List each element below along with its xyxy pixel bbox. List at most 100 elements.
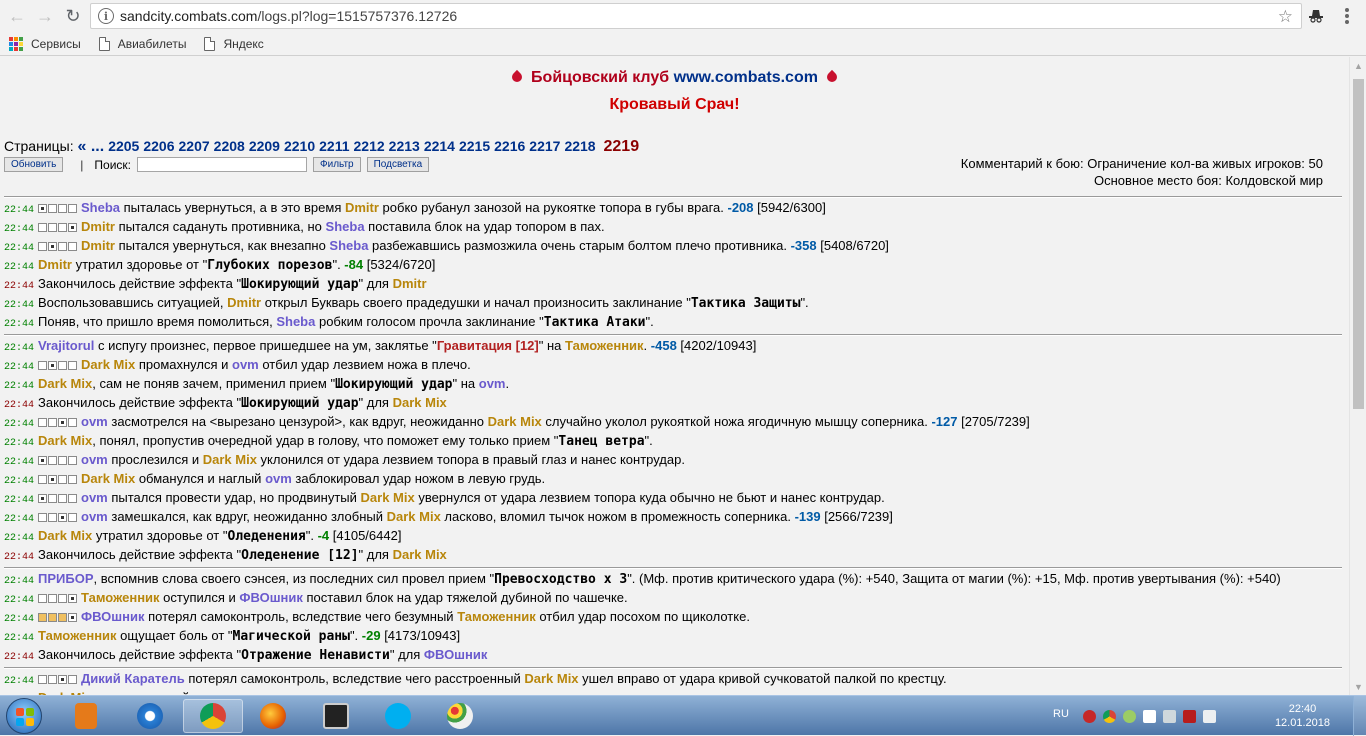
player-name[interactable]: Dark Mix — [488, 414, 542, 429]
url-text[interactable]: sandcity.combats.com/logs.pl?log=1515757… — [120, 8, 457, 24]
player-name[interactable]: Dark Mix — [38, 433, 92, 448]
media-player-taskbar-icon[interactable] — [56, 699, 116, 733]
flag-tray-icon[interactable] — [1143, 710, 1156, 723]
network-tray-icon[interactable] — [1163, 710, 1176, 723]
chrome-tray-icon[interactable] — [1103, 710, 1116, 723]
scroll-up-arrow-icon[interactable]: ▲ — [1350, 57, 1366, 74]
player-name[interactable]: Dark Mix — [81, 471, 135, 486]
page-link[interactable]: 2218 — [564, 138, 595, 154]
player-name[interactable]: ovm — [265, 471, 292, 486]
page-link[interactable]: 2208 — [214, 138, 245, 154]
player-name[interactable]: Dark Mix — [393, 547, 447, 562]
antivirus-tray-icon[interactable] — [1083, 710, 1096, 723]
page-link[interactable]: 2207 — [179, 138, 210, 154]
page-link[interactable]: 2213 — [389, 138, 420, 154]
player-name[interactable]: ovm — [232, 357, 259, 372]
language-indicator[interactable]: RU — [1053, 708, 1069, 720]
player-name[interactable]: ovm — [479, 376, 506, 391]
player-name[interactable]: Dark Mix — [81, 357, 135, 372]
pages-prev-link[interactable]: « ... — [78, 138, 105, 155]
bookmark-star-icon[interactable]: ☆ — [1278, 7, 1293, 27]
player-name[interactable]: Sheba — [329, 238, 368, 253]
page-link[interactable]: 2216 — [494, 138, 525, 154]
player-name[interactable]: Dmitr — [81, 238, 115, 253]
bookmark-yandex[interactable]: Яндекс — [204, 36, 264, 51]
menu-dots-icon[interactable] — [1340, 6, 1354, 26]
player-name[interactable]: ovm — [81, 414, 108, 429]
page-link[interactable]: 2211 — [319, 138, 349, 154]
scroll-thumb[interactable] — [1353, 79, 1364, 409]
separator: | — [80, 157, 84, 172]
player-name[interactable]: ovm — [81, 452, 108, 467]
player-name[interactable]: Dark Mix — [393, 395, 447, 410]
page-link[interactable]: 2206 — [143, 138, 174, 154]
vertical-scrollbar[interactable]: ▲ ▼ — [1349, 57, 1366, 695]
player-name[interactable]: Dark Mix — [361, 490, 415, 505]
player-name[interactable]: Dmitr — [227, 295, 261, 310]
player-name[interactable]: Sheba — [276, 314, 315, 329]
player-name[interactable]: ovm — [81, 509, 108, 524]
page-link[interactable]: 2210 — [284, 138, 315, 154]
refresh-button[interactable]: Обновить — [4, 157, 64, 172]
page-link[interactable]: 2217 — [529, 138, 560, 154]
player-name[interactable]: ovm — [81, 490, 108, 505]
chrome-taskbar-icon[interactable] — [183, 699, 243, 733]
bookmark-flights[interactable]: Авиабилеты — [98, 36, 186, 51]
incognito-hat-icon[interactable] — [1306, 5, 1326, 25]
player-name[interactable]: ФВОшник — [81, 609, 144, 624]
player-name[interactable]: Dark Mix — [38, 376, 92, 391]
search-input[interactable] — [137, 157, 307, 172]
filter-button[interactable]: Фильтр — [313, 157, 361, 172]
log-entry: 22:44 Дикий Каратель потерял самоконтроль… — [4, 671, 1342, 690]
page-link[interactable]: 2209 — [249, 138, 280, 154]
paint-taskbar-icon[interactable] — [430, 699, 490, 733]
player-name[interactable]: Sheba — [81, 200, 120, 215]
skype-taskbar-icon[interactable] — [368, 699, 428, 733]
back-arrow-icon[interactable]: ← — [6, 5, 28, 27]
app-tray-icon[interactable] — [1123, 710, 1136, 723]
player-name[interactable]: Vrajitorul — [38, 338, 94, 353]
player-name[interactable]: Dark Mix — [38, 528, 92, 543]
player-name[interactable]: Sheba — [326, 219, 365, 234]
address-bar[interactable]: i sandcity.combats.com/logs.pl?log=15157… — [90, 3, 1302, 29]
player-name[interactable]: ФВОшник — [424, 647, 487, 662]
player-name[interactable]: Таможенник — [38, 628, 117, 643]
show-desktop-button[interactable] — [1353, 696, 1366, 736]
player-name[interactable]: Таможенник — [81, 590, 160, 605]
player-name[interactable]: Таможенник — [565, 338, 644, 353]
player-name[interactable]: Таможенник — [457, 609, 536, 624]
page-icon — [98, 36, 110, 51]
power-tray-icon[interactable] — [1183, 710, 1196, 723]
start-button[interactable] — [6, 698, 42, 734]
scroll-down-arrow-icon[interactable]: ▼ — [1350, 678, 1366, 695]
nero-taskbar-icon[interactable] — [306, 699, 366, 733]
firefox-taskbar-icon[interactable] — [243, 699, 303, 733]
highlight-button[interactable]: Подсветка — [366, 157, 430, 172]
zone-box-icon — [48, 456, 58, 465]
player-name[interactable]: ПРИБОР — [38, 571, 94, 586]
bookmark-services[interactable]: Сервисы — [0, 36, 81, 51]
player-name[interactable]: Dmitr — [81, 219, 115, 234]
log-time: 22:44 — [4, 262, 35, 273]
volume-tray-icon[interactable] — [1203, 710, 1216, 723]
page-link[interactable]: 2205 — [108, 138, 139, 154]
page-link[interactable]: 2215 — [459, 138, 490, 154]
player-name[interactable]: Dark Mix — [203, 452, 257, 467]
zone-box-icon — [38, 594, 48, 603]
internet-explorer-taskbar-icon[interactable] — [120, 699, 180, 733]
player-name[interactable]: ФВОшник — [239, 590, 302, 605]
player-name[interactable]: Dmitr — [345, 200, 379, 215]
player-name[interactable]: Dmitr — [38, 257, 72, 272]
clock[interactable]: 22:40 12.01.2018 — [1275, 702, 1330, 730]
forward-arrow-icon[interactable]: → — [34, 5, 56, 27]
player-name[interactable]: Dark Mix — [387, 509, 441, 524]
info-icon[interactable]: i — [98, 8, 114, 24]
reload-icon[interactable]: ↻ — [62, 5, 84, 27]
page-link[interactable]: 2212 — [354, 138, 385, 154]
damage-value: -139 — [794, 509, 821, 524]
player-name[interactable]: Dmitr — [393, 276, 427, 291]
player-name[interactable]: Дикий Каратель — [81, 671, 185, 686]
site-link[interactable]: www.combats.com — [674, 69, 818, 86]
player-name[interactable]: Dark Mix — [524, 671, 578, 686]
page-link[interactable]: 2214 — [424, 138, 455, 154]
